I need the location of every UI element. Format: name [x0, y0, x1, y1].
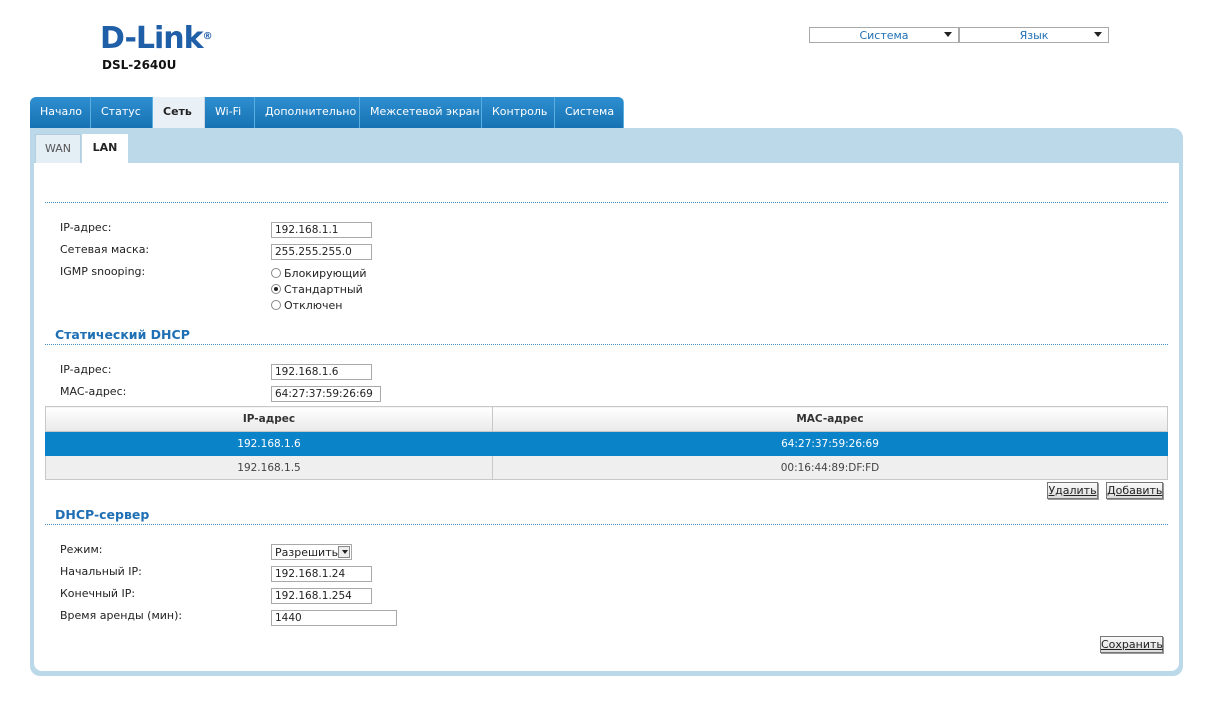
lan-mask-label: Сетевая маска: — [60, 243, 150, 256]
igmp-option-standard[interactable]: Стандартный — [271, 281, 367, 297]
static-ip-input[interactable]: 192.168.1.6 — [271, 364, 372, 380]
subtab-lan[interactable]: LAN — [82, 134, 128, 164]
igmp-radio-group: Блокирующий Стандартный Отключен — [271, 265, 367, 313]
static-dhcp-table: IP-адрес MAC-адрес 192.168.1.6 64:27:37:… — [45, 406, 1168, 480]
lease-time-label: Время аренды (мин): — [60, 609, 183, 622]
igmp-option-label: Отключен — [284, 298, 343, 312]
table-cell-ip: 192.168.1.5 — [45, 455, 493, 480]
tab-system[interactable]: Система — [555, 97, 624, 128]
table-row-selected[interactable]: 192.168.1.6 64:27:37:59:26:69 — [45, 431, 1168, 456]
language-select[interactable]: Язык — [959, 27, 1109, 43]
chevron-down-icon — [944, 32, 952, 37]
radio-button[interactable] — [271, 268, 281, 278]
table-cell-ip: 192.168.1.6 — [45, 431, 493, 456]
lan-ip-label: IP-адрес: — [60, 221, 112, 234]
dlink-logo: D-Link® — [100, 21, 213, 56]
dhcp-mode-select[interactable]: Разрешить — [271, 544, 352, 560]
tab-advanced[interactable]: Дополнительно — [255, 97, 360, 128]
static-ip-label: IP-адрес: — [60, 363, 112, 376]
tab-home[interactable]: Начало — [30, 97, 91, 128]
section-divider — [45, 202, 1168, 203]
table-row[interactable]: 192.168.1.5 00:16:44:89:DF:FD — [45, 455, 1168, 480]
igmp-option-blocking[interactable]: Блокирующий — [271, 265, 367, 281]
igmp-option-disabled[interactable]: Отключен — [271, 297, 367, 313]
save-button[interactable]: Сохранить — [1100, 636, 1163, 653]
dhcp-server-title: DHCP-сервер — [55, 507, 150, 522]
static-mac-input[interactable]: 64:27:37:59:26:69 — [271, 386, 381, 402]
tab-control[interactable]: Контроль — [482, 97, 555, 128]
chevron-down-icon[interactable] — [338, 546, 350, 558]
lan-ip-input[interactable]: 192.168.1.1 — [271, 222, 372, 238]
static-dhcp-title: Статический DHCP — [55, 327, 190, 342]
main-nav: Начало Статус Сеть Wi-Fi Дополнительно М… — [30, 97, 624, 128]
lease-time-input[interactable]: 1440 — [271, 610, 397, 626]
tab-firewall[interactable]: Межсетевой экран — [360, 97, 482, 128]
add-button[interactable]: Добавить — [1106, 482, 1163, 499]
dhcp-end-input[interactable]: 192.168.1.254 — [271, 588, 372, 604]
dhcp-mode-value: Разрешить — [275, 545, 339, 559]
content-panel — [30, 128, 1183, 676]
radio-button-selected[interactable] — [271, 284, 281, 294]
tab-network[interactable]: Сеть — [153, 97, 205, 128]
system-menu-label: Система — [859, 28, 909, 42]
static-mac-label: MAC-адрес: — [60, 385, 127, 398]
registered-mark: ® — [202, 31, 213, 42]
radio-button[interactable] — [271, 300, 281, 310]
dhcp-start-label: Начальный IP: — [60, 565, 142, 578]
dhcp-end-label: Конечный IP: — [60, 587, 136, 600]
system-menu-select[interactable]: Система — [809, 27, 959, 43]
table-header-row: IP-адрес MAC-адрес — [45, 406, 1168, 432]
column-header-mac[interactable]: MAC-адрес — [492, 406, 1168, 432]
igmp-label: IGMP snooping: — [60, 265, 146, 278]
dhcp-mode-label: Режим: — [60, 543, 103, 556]
section-divider — [45, 524, 1168, 525]
tab-status[interactable]: Статус — [91, 97, 153, 128]
igmp-option-label: Блокирующий — [284, 266, 367, 280]
subtab-wan[interactable]: WAN — [35, 134, 81, 163]
device-model: DSL-2640U — [102, 58, 177, 72]
language-label: Язык — [1019, 28, 1049, 42]
table-cell-mac: 64:27:37:59:26:69 — [492, 431, 1168, 456]
lan-mask-input[interactable]: 255.255.255.0 — [271, 244, 372, 260]
tab-wifi[interactable]: Wi-Fi — [205, 97, 255, 128]
delete-button[interactable]: Удалить — [1047, 482, 1098, 499]
table-cell-mac: 00:16:44:89:DF:FD — [492, 455, 1168, 480]
column-header-ip[interactable]: IP-адрес — [45, 406, 493, 432]
dhcp-start-input[interactable]: 192.168.1.24 — [271, 566, 372, 582]
chevron-down-icon — [1094, 32, 1102, 37]
section-divider — [45, 344, 1168, 345]
igmp-option-label: Стандартный — [284, 282, 363, 296]
